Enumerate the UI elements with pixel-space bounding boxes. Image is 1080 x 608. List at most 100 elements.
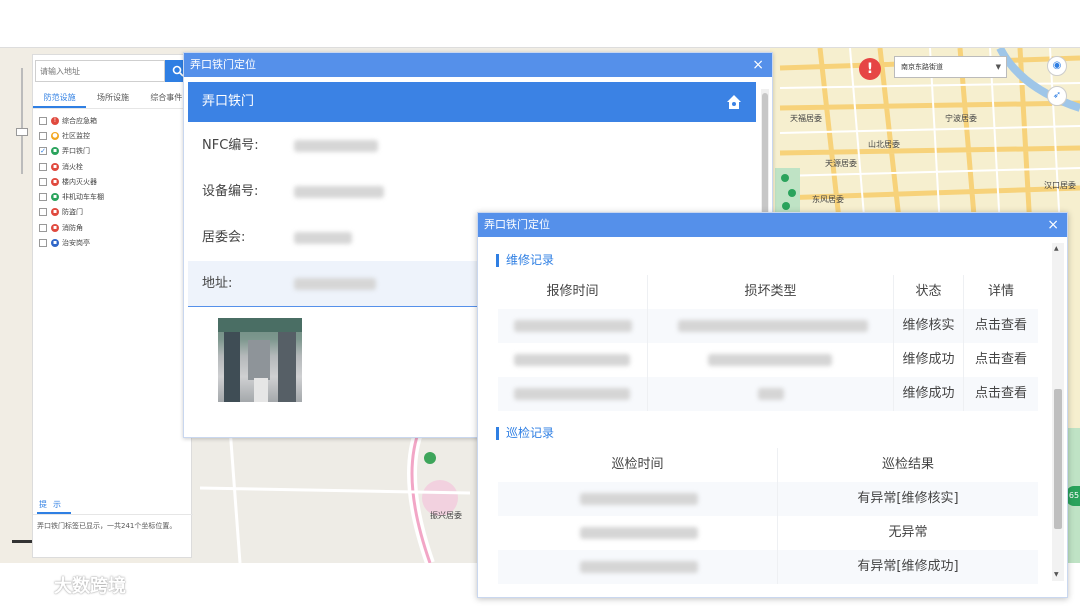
redacted-value bbox=[580, 561, 698, 573]
table-row: 无异常 bbox=[498, 516, 1038, 550]
camera-icon: ● bbox=[51, 131, 59, 140]
divider bbox=[33, 514, 193, 515]
layer-checkbox[interactable] bbox=[39, 208, 47, 217]
inspection-result: 有异常[维修核实] bbox=[857, 491, 959, 506]
locate-icon[interactable]: ◉ bbox=[1047, 56, 1067, 76]
dialog-scrollbar[interactable]: ▲ ▼ bbox=[1052, 243, 1064, 581]
table-row: 维修核实 点击查看 bbox=[498, 309, 1038, 343]
fire-corner-icon: ▪ bbox=[51, 223, 59, 232]
layer-item[interactable]: ● 社区监控 bbox=[39, 128, 189, 143]
field-nfc-id: NFC编号: bbox=[188, 123, 756, 169]
home-icon[interactable] bbox=[726, 94, 742, 110]
layer-label: 治安岗亭 bbox=[62, 239, 90, 248]
layer-label: 消火栓 bbox=[62, 162, 83, 171]
scrollbar-thumb[interactable] bbox=[1054, 389, 1062, 529]
layer-item[interactable]: ! 综合应急箱 bbox=[39, 113, 189, 128]
door-icon: ▪ bbox=[51, 208, 59, 217]
layer-item[interactable]: ▪ 防盗门 bbox=[39, 205, 189, 220]
dialog-title: 弄口铁门定位 bbox=[190, 58, 256, 71]
column-header: 报修时间 bbox=[498, 275, 648, 309]
layer-label: 弄口铁门 bbox=[62, 147, 90, 156]
layer-checkbox[interactable]: ✓ bbox=[39, 147, 47, 156]
map-label: 振兴居委 bbox=[430, 511, 462, 520]
layer-item[interactable]: ▪ 消防角 bbox=[39, 220, 189, 235]
layer-checkbox[interactable] bbox=[39, 131, 47, 140]
redacted-value bbox=[678, 320, 868, 332]
dialog-title: 弄口铁门定位 bbox=[484, 218, 550, 231]
layer-item[interactable]: ▪ 非机动车车棚 bbox=[39, 189, 189, 204]
layer-checkbox[interactable] bbox=[39, 116, 47, 125]
field-label: NFC编号: bbox=[202, 138, 259, 153]
view-details-link[interactable]: 点击查看 bbox=[964, 343, 1038, 377]
layer-item[interactable]: ▪ 治安岗亭 bbox=[39, 235, 189, 250]
zoom-slider-handle[interactable] bbox=[16, 128, 28, 136]
field-label: 地址: bbox=[202, 276, 233, 291]
redacted-value bbox=[758, 388, 784, 400]
column-header: 损坏类型 bbox=[648, 275, 894, 309]
layer-item[interactable]: ▪ 消火栓 bbox=[39, 159, 189, 174]
column-header: 巡检时间 bbox=[498, 448, 778, 482]
inspection-result: 无异常 bbox=[888, 525, 928, 540]
gate-photo[interactable] bbox=[218, 318, 302, 402]
compass-icon[interactable]: ➶ bbox=[1047, 86, 1067, 106]
tab-prevention-facilities[interactable]: 防范设施 bbox=[33, 89, 87, 108]
layer-checkbox[interactable] bbox=[39, 223, 47, 232]
police-booth-icon: ▪ bbox=[51, 239, 59, 248]
close-icon[interactable]: × bbox=[752, 53, 764, 77]
map-label: 天福居委 bbox=[790, 114, 822, 123]
scrollbar-thumb[interactable] bbox=[762, 93, 768, 223]
table-row: 有异常[维修核实] bbox=[498, 482, 1038, 516]
address-search-input[interactable] bbox=[35, 60, 165, 82]
table-header-row: 报修时间 损坏类型 状态 详情 bbox=[498, 275, 1038, 309]
repair-status: 维修成功 bbox=[894, 343, 964, 377]
map-label: 东风居委 bbox=[812, 195, 844, 204]
layer-label: 楼内灭火器 bbox=[62, 177, 97, 186]
table-header-row: 巡检时间 巡检结果 bbox=[498, 448, 1038, 482]
layer-panel: 防范设施 场所设施 综合事件 !综合应急箱 ●社区监控 ✓▪弄口铁门 ▪消火栓 … bbox=[32, 54, 193, 558]
layer-item[interactable]: ▪ 楼内灭火器 bbox=[39, 174, 189, 189]
chevron-down-icon: ▼ bbox=[995, 63, 1001, 71]
street-select[interactable]: 南京东路街道 ▼ bbox=[894, 56, 1007, 78]
alert-icon[interactable]: ! bbox=[859, 58, 881, 80]
scale-bar bbox=[12, 540, 34, 543]
scroll-down-icon[interactable]: ▼ bbox=[1054, 571, 1059, 578]
repair-status: 维修成功 bbox=[894, 377, 964, 411]
scroll-up-icon[interactable]: ▲ bbox=[1054, 245, 1059, 252]
inspection-section-title: 巡检记录 bbox=[496, 427, 554, 440]
column-header: 巡检结果 bbox=[881, 457, 934, 472]
layer-checkbox[interactable] bbox=[39, 162, 47, 171]
hydrant-icon: ▪ bbox=[51, 162, 59, 171]
redacted-value bbox=[294, 232, 352, 244]
dialog-header-title: 弄口铁门 bbox=[202, 94, 255, 109]
repair-section-title: 维修记录 bbox=[496, 254, 554, 267]
tab-venue-facilities[interactable]: 场所设施 bbox=[86, 89, 139, 108]
redacted-value bbox=[514, 320, 632, 332]
view-details-link[interactable]: 点击查看 bbox=[964, 309, 1038, 343]
table-row: 有异常[维修成功] bbox=[498, 550, 1038, 584]
watermark: 大数跨境 bbox=[12, 572, 126, 598]
field-device-id: 设备编号: bbox=[188, 169, 756, 215]
redacted-value bbox=[514, 354, 630, 366]
layer-list: ! 综合应急箱 ● 社区监控 ✓ ▪ 弄口铁门 ▪ 消火栓 ▪ 楼内灭火器 ▪ 非机动车车棚 … bbox=[39, 113, 189, 251]
redacted-value bbox=[580, 527, 698, 539]
layer-checkbox[interactable] bbox=[39, 177, 47, 186]
street-select-value: 南京东路街道 bbox=[901, 63, 943, 71]
layer-label: 防盗门 bbox=[62, 208, 83, 217]
layer-checkbox[interactable] bbox=[39, 193, 47, 202]
zoom-slider-track[interactable] bbox=[21, 68, 23, 174]
close-icon[interactable]: × bbox=[1047, 213, 1059, 237]
dialog-title-bar: 弄口铁门定位 × bbox=[184, 53, 772, 77]
hint-tab[interactable]: 提示 bbox=[37, 499, 71, 514]
layer-item[interactable]: ✓ ▪ 弄口铁门 bbox=[39, 144, 189, 159]
dialog-header: 弄口铁门 bbox=[188, 82, 756, 122]
repair-status: 维修核实 bbox=[894, 309, 964, 343]
layer-checkbox[interactable] bbox=[39, 239, 47, 248]
view-details-link[interactable]: 点击查看 bbox=[964, 377, 1038, 411]
redacted-value bbox=[514, 388, 630, 400]
layer-label: 消防角 bbox=[62, 223, 83, 232]
watermark-text: 大数跨境 bbox=[54, 576, 126, 597]
address-search bbox=[33, 57, 193, 83]
field-label: 居委会: bbox=[202, 230, 246, 245]
map-cluster-badge[interactable]: 65 bbox=[1066, 486, 1080, 506]
column-header: 状态 bbox=[894, 275, 964, 309]
